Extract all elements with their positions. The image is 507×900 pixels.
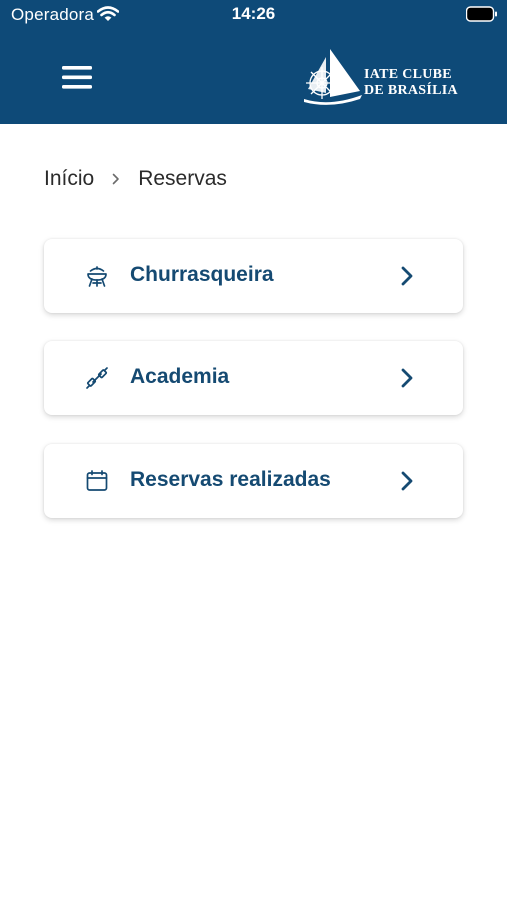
battery-icon — [465, 6, 498, 22]
menu-item-label: Academia — [130, 365, 230, 388]
logo-text: IATE CLUBE DE BRASÍLIA — [364, 67, 458, 99]
menu-item-label: Churrasqueira — [130, 263, 274, 286]
menu-item-churrasqueira[interactable]: Churrasqueira — [44, 239, 463, 313]
calendar-icon — [84, 468, 110, 494]
chevron-right-icon — [400, 367, 414, 389]
logo-line-2: DE BRASÍLIA — [364, 83, 458, 98]
breadcrumb-current: Reservas — [138, 167, 227, 190]
iate-clube-logo: IATE CLUBE DE BRASÍLIA — [300, 45, 470, 109]
menu-item-academia[interactable]: Academia — [44, 341, 463, 415]
chevron-right-icon — [400, 265, 414, 287]
logo-line-1: IATE CLUBE — [364, 67, 452, 82]
menu-item-label: Reservas realizadas — [130, 468, 331, 491]
barbecue-grill-icon — [84, 263, 110, 289]
status-bar: Operadora 14:26 — [0, 0, 507, 30]
breadcrumb-separator-icon — [94, 169, 138, 189]
menu-item-reservas-realizadas[interactable]: Reservas realizadas — [44, 444, 463, 518]
breadcrumb-home-link[interactable]: Início — [44, 167, 94, 191]
status-time: 14:26 — [231, 4, 276, 23]
breadcrumb: Início Reservas — [44, 166, 227, 192]
sailboat-wheel-logo-icon — [304, 49, 362, 105]
chevron-right-icon — [400, 470, 414, 492]
dumbbell-icon — [84, 365, 110, 391]
hamburger-menu-icon[interactable] — [56, 60, 98, 96]
app-header: Operadora 14:26 IATE CLUBE DE BRASÍLIA — [0, 0, 507, 124]
